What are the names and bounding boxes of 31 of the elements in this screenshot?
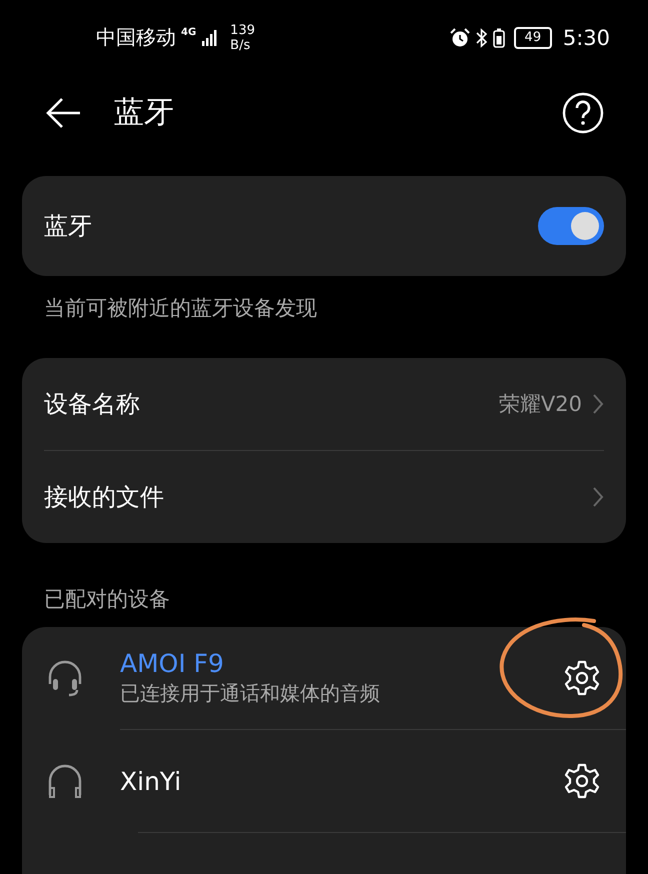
carrier-name: 中国移动 [96,24,176,51]
headset-icon [46,658,84,698]
setting-label: 接收的文件 [44,482,164,513]
network-type: 4G [181,27,196,38]
device-row[interactable]: XinYi [46,729,626,832]
signal-icon [201,28,220,46]
vibrate-battery-icon [492,26,505,48]
chevron-icon [592,486,604,508]
settings-icon[interactable] [562,658,602,698]
chevron-icon [592,393,604,415]
device-name: XinYi [120,766,182,796]
bluetooth-switch[interactable] [538,207,604,245]
alarm-icon [448,26,471,48]
settings-icon[interactable] [562,761,602,801]
page-title: 蓝牙 [114,94,174,132]
setting-value: 荣耀V20 [498,391,582,418]
device-name: AMOI F9 [120,649,225,678]
settings-row[interactable]: 设备名称 荣耀V20 [44,358,604,450]
clock: 5:30 [562,26,610,50]
section-title: 已配对的设备 [44,586,171,613]
bluetooth-icon [476,26,488,48]
help-icon[interactable] [562,92,604,134]
settings-row[interactable]: 接收的文件 [44,450,604,543]
device-row[interactable]: AMOI F9 已连接用于通话和媒体的音频 [46,627,626,729]
battery-level: 49 [524,31,542,44]
visibility-note: 当前可被附近的蓝牙设备发现 [44,295,318,322]
speed-unit: B/s [230,38,252,52]
network-speed: 139 [230,22,255,38]
device-status: 已连接用于通话和媒体的音频 [120,680,381,707]
bluetooth-label: 蓝牙 [44,211,92,242]
setting-label: 设备名称 [44,389,140,420]
